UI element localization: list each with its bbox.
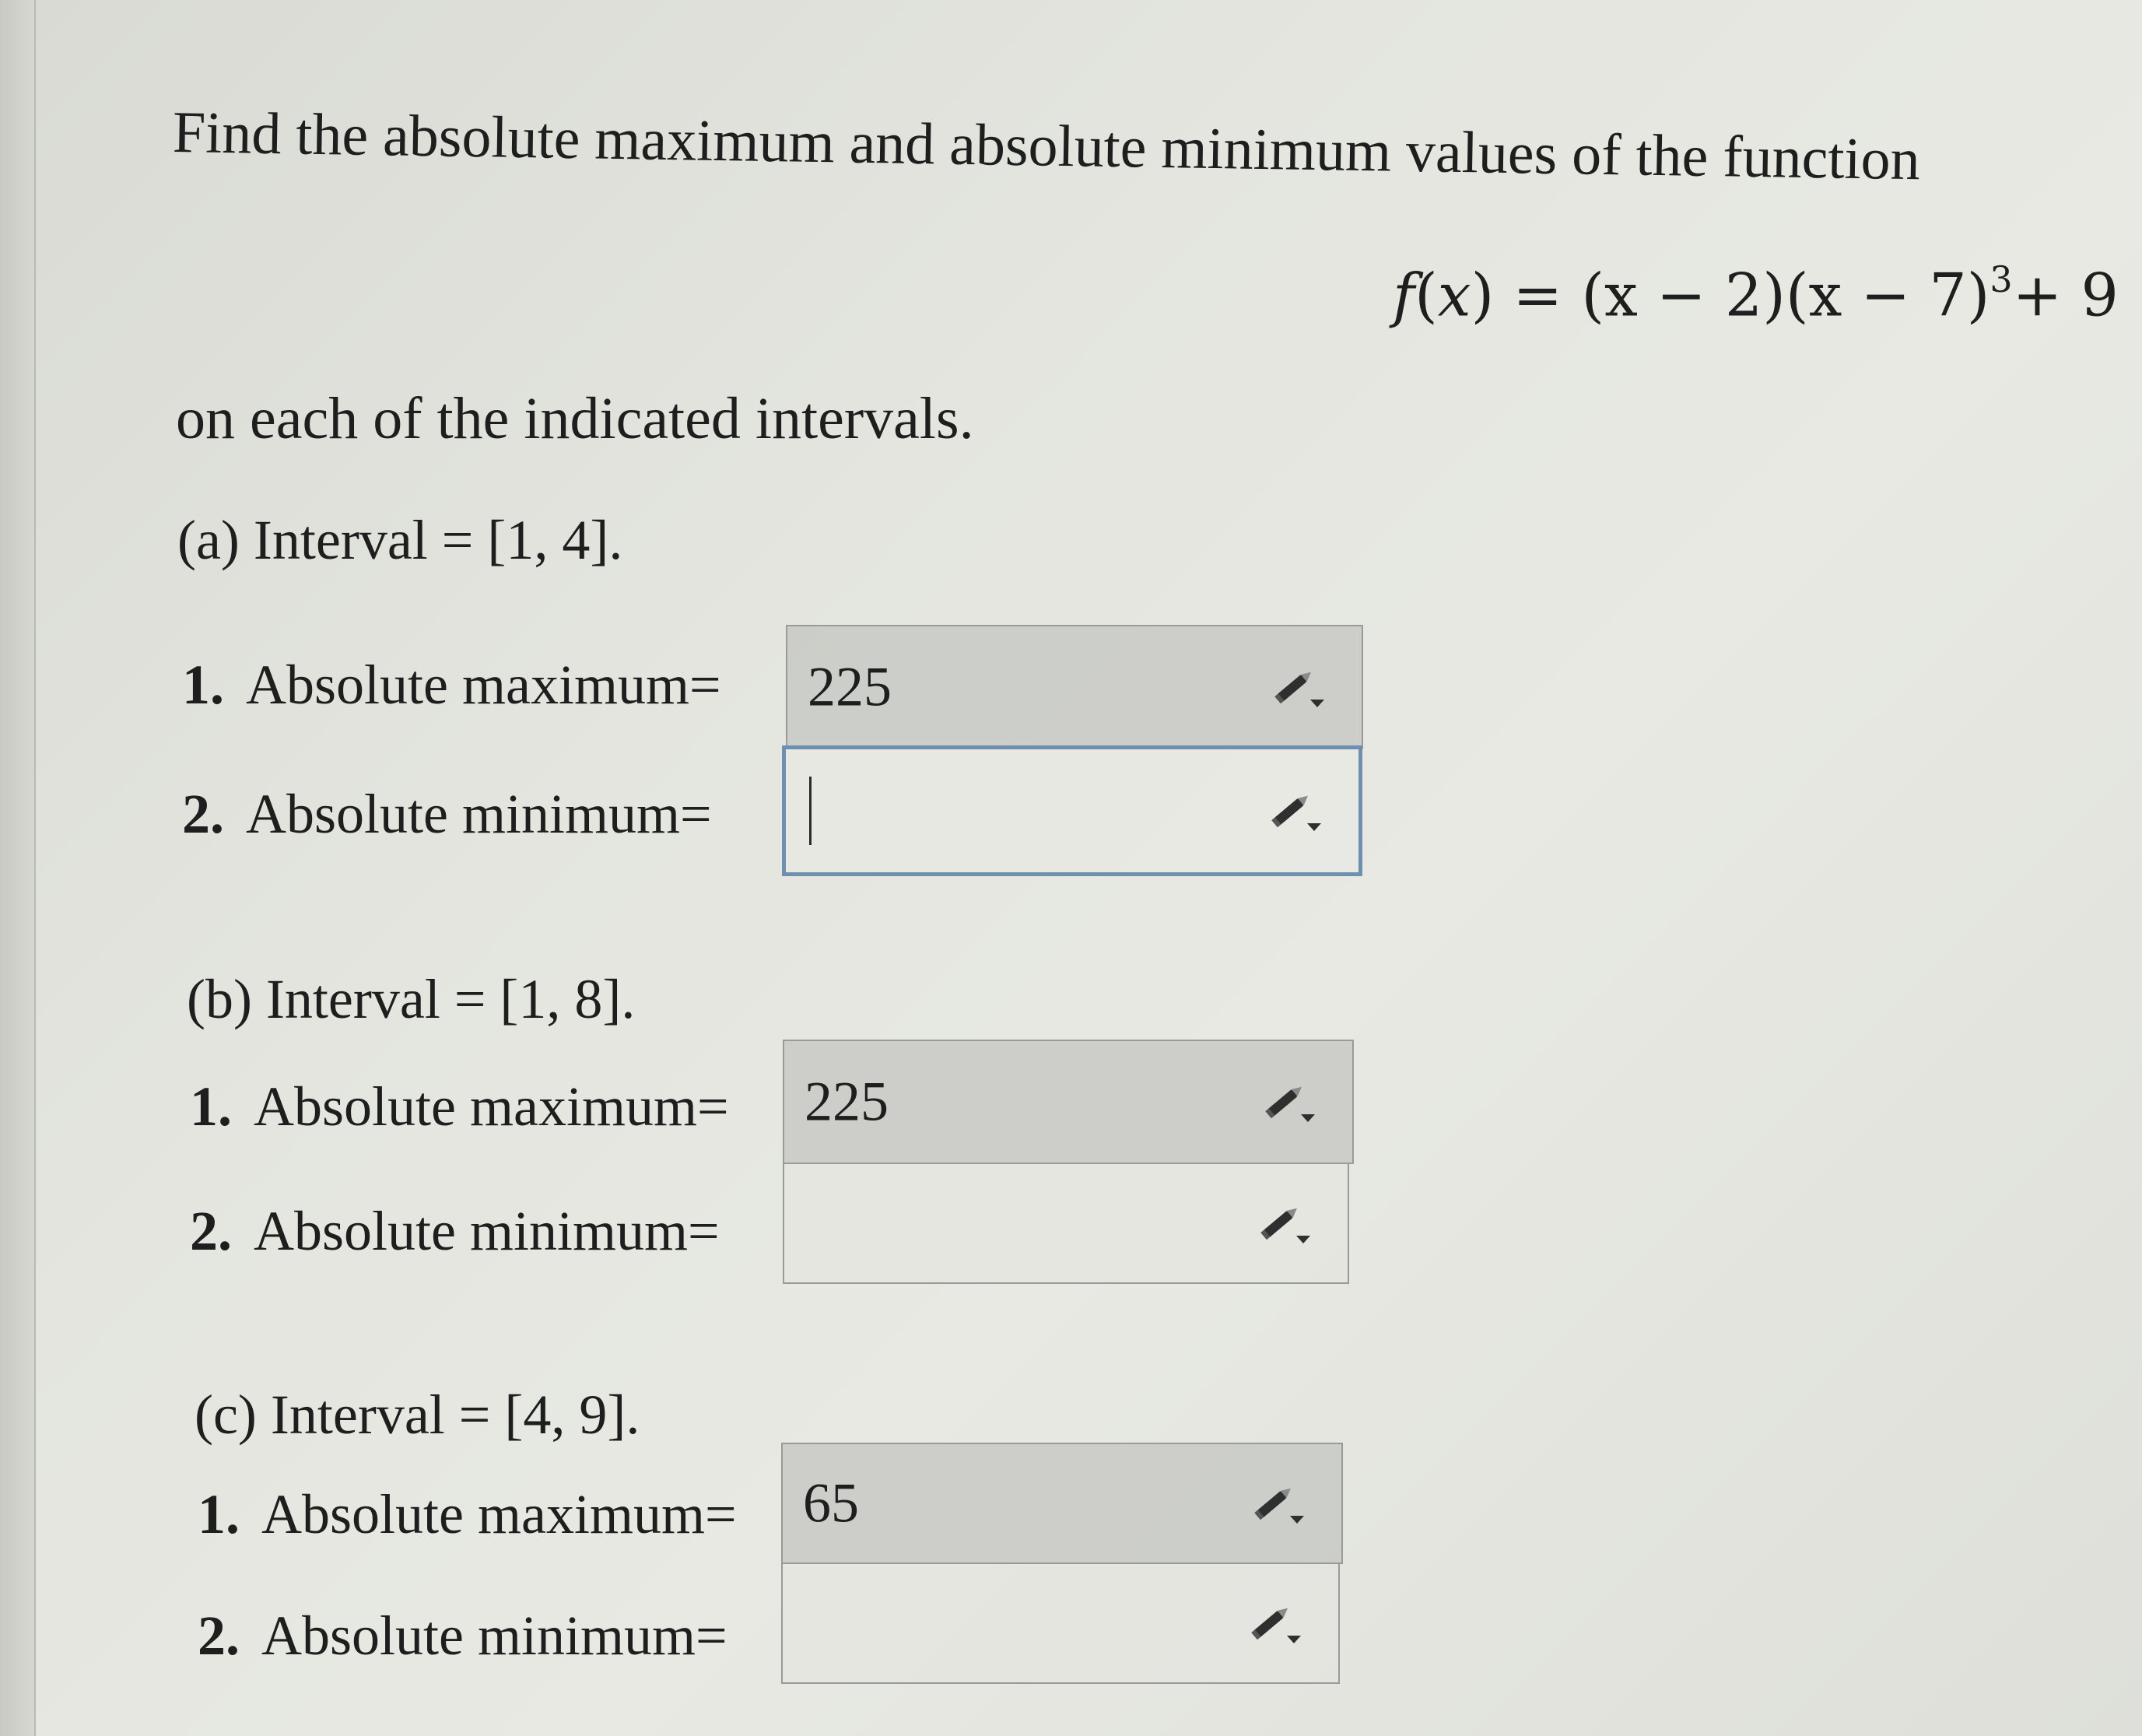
question-label: Absolute maximum=: [261, 1483, 737, 1545]
question-number: 2.: [182, 783, 224, 845]
part-b-max-input[interactable]: 225: [783, 1040, 1354, 1164]
question-number: 1.: [190, 1075, 232, 1138]
question-number: 2.: [198, 1604, 240, 1667]
pencil-dropdown-icon[interactable]: [1256, 1201, 1312, 1245]
part-a-min-input[interactable]: [782, 745, 1362, 876]
function-formula: f(x) = (x − 2)(x − 7)3+ 9: [1393, 261, 2119, 324]
problem-intro: Find the absolute maximum and absolute m…: [172, 100, 1921, 193]
part-c-max-input[interactable]: 65: [781, 1443, 1343, 1564]
question-label: Absolute maximum=: [246, 654, 721, 716]
question-label: Absolute minimum=: [261, 1604, 727, 1667]
formula-close-equals: ) =: [1471, 260, 1582, 330]
interval-c-label: (c) Interval = [4, 9].: [195, 1384, 640, 1446]
answer-value: 225: [808, 655, 892, 718]
formula-function-name: f: [1393, 260, 1415, 330]
question-number: 2.: [190, 1200, 232, 1262]
part-b-max-label: 1. Absolute maximum=: [190, 1078, 729, 1135]
formula-body: (x − 2)(x − 7): [1581, 260, 1990, 330]
pencil-dropdown-icon[interactable]: [1260, 1080, 1316, 1124]
question-number: 1.: [182, 654, 224, 716]
pencil-dropdown-icon[interactable]: [1267, 789, 1323, 833]
question-label: Absolute minimum=: [254, 1200, 720, 1262]
page-left-edge: [0, 0, 36, 1736]
interval-a-label: (a) Interval = [1, 4].: [177, 509, 623, 571]
question-label: Absolute minimum=: [246, 783, 712, 845]
answer-value: 225: [805, 1070, 889, 1133]
interval-b-label: (b) Interval = [1, 8].: [187, 968, 636, 1030]
pencil-dropdown-icon[interactable]: [1270, 665, 1326, 709]
formula-tail: + 9: [2012, 260, 2119, 330]
part-c-max-label: 1. Absolute maximum=: [198, 1486, 737, 1542]
formula-open-paren: (: [1415, 260, 1438, 330]
part-b-min-label: 2. Absolute minimum=: [190, 1203, 720, 1259]
question-label: Absolute maximum=: [254, 1075, 729, 1138]
formula-variable: x: [1437, 260, 1471, 330]
part-a-min-label: 2. Absolute minimum=: [182, 786, 712, 842]
part-c-min-input[interactable]: [781, 1562, 1340, 1684]
part-b-min-input[interactable]: [783, 1163, 1349, 1284]
problem-subtitle: on each of the indicated intervals.: [176, 386, 974, 451]
answer-value: 65: [803, 1471, 859, 1534]
part-a-max-label: 1. Absolute maximum=: [182, 657, 721, 713]
question-number: 1.: [198, 1483, 240, 1545]
formula-exponent: 3: [1990, 258, 2013, 300]
pencil-dropdown-icon[interactable]: [1250, 1482, 1306, 1525]
part-a-max-input[interactable]: 225: [786, 625, 1363, 749]
part-c-min-label: 2. Absolute minimum=: [198, 1608, 727, 1664]
text-cursor: [809, 776, 812, 846]
pencil-dropdown-icon[interactable]: [1246, 1601, 1302, 1645]
